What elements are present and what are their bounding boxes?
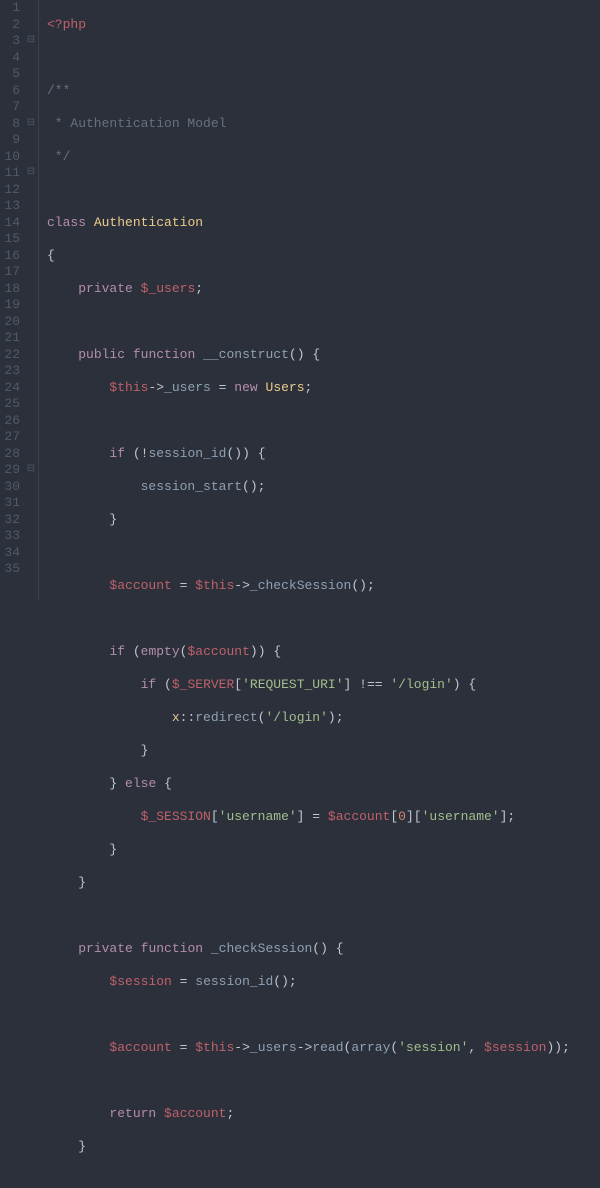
line-number: 4: [0, 50, 20, 67]
code-line: session_start();: [47, 479, 600, 496]
code-line: [47, 611, 600, 628]
line-number: 27: [0, 429, 20, 446]
code-line: if (empty($account)) {: [47, 644, 600, 661]
fold-icon[interactable]: ⊟: [24, 165, 38, 182]
fold-icon[interactable]: ⊟: [24, 33, 38, 50]
line-numbers: 1 2 3 4 5 6 7 8 9 10 11 12 13 14 15 16 1…: [0, 0, 24, 600]
line-number: 11: [0, 165, 20, 182]
code-line: return $account;: [47, 1106, 600, 1123]
line-number: 7: [0, 99, 20, 116]
code-line: [47, 314, 600, 331]
line-number: 25: [0, 396, 20, 413]
code-line: public function __construct() {: [47, 347, 600, 364]
code-line: class Authentication: [47, 215, 600, 232]
line-number: 13: [0, 198, 20, 215]
line-number: 23: [0, 363, 20, 380]
code-line: if (!session_id()) {: [47, 446, 600, 463]
line-number: 26: [0, 413, 20, 430]
code-line: }: [47, 512, 600, 529]
code-line: }: [47, 842, 600, 859]
line-number: 15: [0, 231, 20, 248]
code-line: $session = session_id();: [47, 974, 600, 991]
line-number: 22: [0, 347, 20, 364]
code-line: [47, 413, 600, 430]
code-line: }: [47, 743, 600, 760]
code-line: }: [47, 875, 600, 892]
code-line: {: [47, 248, 600, 265]
line-number: 34: [0, 545, 20, 562]
code-line: [47, 545, 600, 562]
fold-icon[interactable]: ⊟: [24, 462, 38, 479]
code-line: $account = $this->_checkSession();: [47, 578, 600, 595]
line-number: 2: [0, 17, 20, 34]
line-number: 19: [0, 297, 20, 314]
code-line: } else {: [47, 776, 600, 793]
line-number: 14: [0, 215, 20, 232]
line-number: 31: [0, 495, 20, 512]
code-line: $this->_users = new Users;: [47, 380, 600, 397]
code-line: [47, 1007, 600, 1024]
line-number: 33: [0, 528, 20, 545]
line-number: 5: [0, 66, 20, 83]
code-line: private $_users;: [47, 281, 600, 298]
line-number: 35: [0, 561, 20, 578]
code-line: $_SESSION['username'] = $account[0]['use…: [47, 809, 600, 826]
code-editor[interactable]: 1 2 3 4 5 6 7 8 9 10 11 12 13 14 15 16 1…: [0, 0, 600, 600]
code-area[interactable]: <?php /** * Authentication Model */ clas…: [39, 0, 600, 600]
code-line: [47, 182, 600, 199]
line-number: 9: [0, 132, 20, 149]
line-number: 21: [0, 330, 20, 347]
gutter: 1 2 3 4 5 6 7 8 9 10 11 12 13 14 15 16 1…: [0, 0, 39, 600]
code-line: private function _checkSession() {: [47, 941, 600, 958]
code-line: /**: [47, 83, 600, 100]
code-line: }: [47, 1139, 600, 1156]
code-line: x::redirect('/login');: [47, 710, 600, 727]
line-number: 6: [0, 83, 20, 100]
line-number: 18: [0, 281, 20, 298]
fold-column: ⊟ ⊟ ⊟ ⊟: [24, 0, 38, 600]
line-number: 32: [0, 512, 20, 529]
line-number: 1: [0, 0, 20, 17]
line-number: 30: [0, 479, 20, 496]
line-number: 17: [0, 264, 20, 281]
line-number: 10: [0, 149, 20, 166]
line-number: 20: [0, 314, 20, 331]
line-number: 3: [0, 33, 20, 50]
code-line: [47, 908, 600, 925]
line-number: 8: [0, 116, 20, 133]
code-line: * Authentication Model: [47, 116, 600, 133]
line-number: 28: [0, 446, 20, 463]
code-line: [47, 1073, 600, 1090]
code-line: [47, 50, 600, 67]
line-number: 16: [0, 248, 20, 265]
code-line: $account = $this->_users->read(array('se…: [47, 1040, 600, 1057]
code-line: <?php: [47, 17, 600, 34]
line-number: 29: [0, 462, 20, 479]
fold-icon[interactable]: ⊟: [24, 116, 38, 133]
line-number: 12: [0, 182, 20, 199]
line-number: 24: [0, 380, 20, 397]
code-line: */: [47, 149, 600, 166]
code-line: if ($_SERVER['REQUEST_URI'] !== '/login'…: [47, 677, 600, 694]
